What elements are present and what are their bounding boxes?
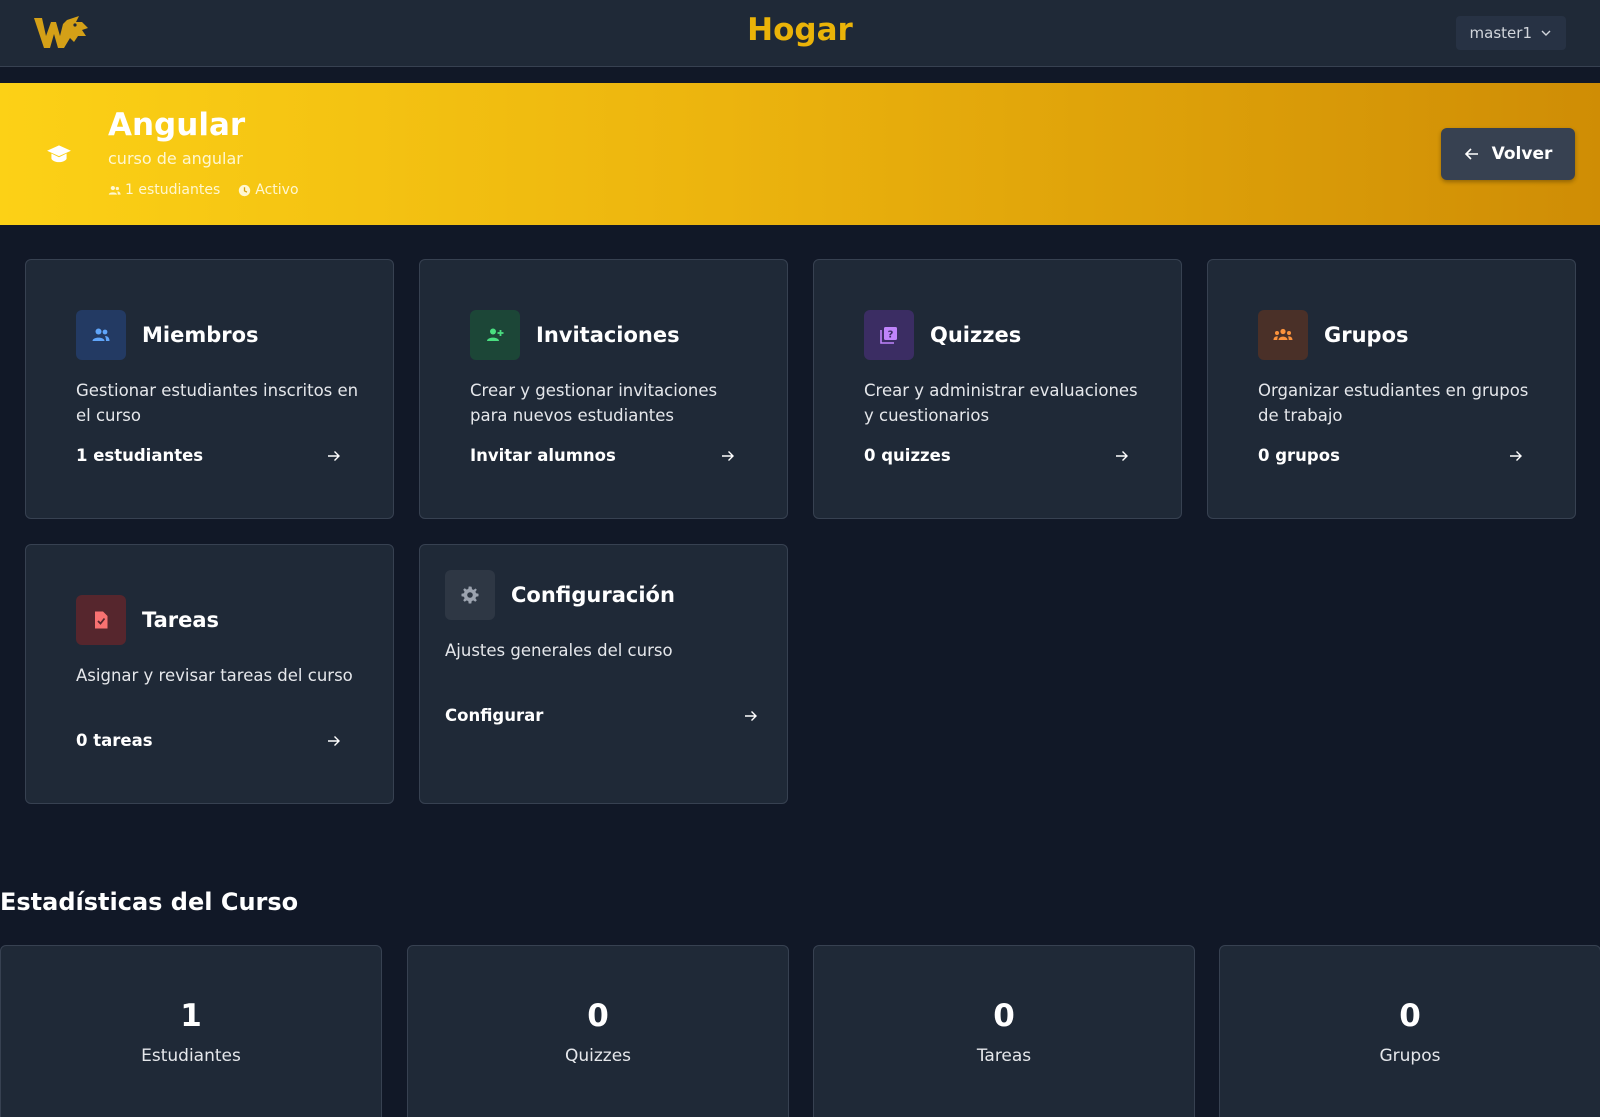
stat-label: Tareas	[976, 1046, 1032, 1066]
icon-box: ?	[864, 310, 914, 360]
stat-value: 0	[587, 998, 609, 1034]
card-action-label: 0 grupos	[1258, 446, 1340, 465]
icon-box	[76, 595, 126, 645]
back-button[interactable]: Volver	[1441, 128, 1575, 180]
user-name: master1	[1469, 24, 1532, 42]
arrow-right-icon	[328, 450, 340, 461]
course-subtitle: curso de angular	[108, 149, 243, 168]
top-bar: Hogar master1	[0, 0, 1600, 67]
stat-card-students: 1 Estudiantes	[0, 945, 382, 1117]
card-title: Invitaciones	[536, 323, 680, 347]
quiz-icon: ?	[880, 327, 897, 344]
card-header: Tareas	[76, 595, 219, 645]
card-description: Organizar estudiantes en grupos de traba…	[1258, 381, 1529, 425]
card-tareas[interactable]: Tareas Asignar y revisar tareas del curs…	[25, 544, 394, 804]
stat-card-grupos: 0 Grupos	[1219, 945, 1600, 1117]
card-action-label: 1 estudiantes	[76, 446, 204, 465]
card-action[interactable]: 1 estudiantes	[76, 446, 341, 465]
stat-card-tareas: 0 Tareas	[813, 945, 1195, 1117]
arrow-right-icon	[722, 450, 734, 461]
card-description: Crear y gestionar invitaciones para nuev…	[470, 381, 718, 425]
graduation-cap-icon	[47, 145, 71, 163]
user-menu[interactable]: master1	[1455, 16, 1566, 50]
card-action-label: Invitar alumnos	[470, 446, 616, 465]
arrow-left-icon	[1464, 148, 1478, 160]
card-action[interactable]: 0 quizzes	[864, 446, 1129, 465]
course-title: Angular	[108, 107, 246, 143]
card-header: Configuración	[445, 570, 675, 620]
stat-label: Estudiantes	[141, 1046, 241, 1066]
app-title: Hogar	[747, 12, 853, 48]
card-title: Quizzes	[930, 323, 1022, 347]
course-banner: Angular curso de angular 1 estudiantes A…	[0, 83, 1600, 225]
status-text: Activo	[255, 182, 299, 198]
card-title: Grupos	[1324, 323, 1409, 347]
stat-label: Quizzes	[564, 1046, 632, 1066]
card-description: Asignar y revisar tareas del curso	[76, 666, 353, 685]
stat-value: 0	[993, 998, 1015, 1034]
card-action-label: 0 tareas	[76, 731, 153, 750]
card-action-label: Configurar	[445, 706, 544, 725]
users-icon	[108, 185, 121, 195]
chevron-down-icon	[1541, 30, 1551, 36]
arrow-right-icon	[1510, 450, 1522, 461]
card-description: Crear y administrar evaluaciones y cuest…	[864, 381, 1138, 425]
clock-icon	[239, 184, 251, 196]
status-meta: Activo	[238, 182, 299, 198]
card-action-label: 0 quizzes	[864, 446, 951, 465]
card-configuracion[interactable]: Configuración Ajustes generales del curs…	[419, 544, 788, 804]
back-button-label: Volver	[1491, 144, 1553, 164]
users-icon	[92, 328, 110, 341]
stat-label: Grupos	[1379, 1046, 1441, 1066]
gear-icon	[461, 586, 479, 604]
card-quizzes[interactable]: ? Quizzes Crear y administrar evaluacion…	[813, 259, 1182, 519]
card-action[interactable]: Invitar alumnos	[470, 446, 735, 465]
icon-box	[445, 570, 495, 620]
card-invitaciones[interactable]: Invitaciones Crear y gestionar invitacio…	[419, 259, 788, 519]
card-action[interactable]: 0 grupos	[1258, 446, 1523, 465]
students-meta: 1 estudiantes	[108, 182, 220, 198]
card-title: Configuración	[511, 583, 675, 607]
icon-box	[1258, 310, 1308, 360]
task-file-icon	[95, 611, 108, 629]
card-grupos[interactable]: Grupos Organizar estudiantes en grupos d…	[1207, 259, 1576, 519]
arrow-right-icon	[745, 710, 757, 721]
arrow-right-icon	[328, 735, 340, 746]
stat-card-quizzes: 0 Quizzes	[407, 945, 789, 1117]
card-header: Invitaciones	[470, 310, 680, 360]
card-action[interactable]: 0 tareas	[76, 731, 341, 750]
svg-text:?: ?	[888, 330, 894, 341]
stat-value: 1	[180, 998, 202, 1034]
card-header: ? Quizzes	[864, 310, 1021, 360]
students-count: 1 estudiantes	[125, 182, 221, 198]
group-icon	[1273, 328, 1293, 340]
arrow-right-icon	[1116, 450, 1128, 461]
course-meta: 1 estudiantes Activo	[108, 182, 317, 198]
stat-value: 0	[1399, 998, 1421, 1034]
card-title: Miembros	[142, 323, 259, 347]
stats-section-title: Estadísticas del Curso	[0, 888, 299, 916]
card-header: Miembros	[76, 310, 259, 360]
card-header: Grupos	[1258, 310, 1409, 360]
icon-box	[76, 310, 126, 360]
card-title: Tareas	[142, 608, 220, 632]
card-action[interactable]: Configurar	[445, 706, 758, 725]
card-description: Ajustes generales del curso	[445, 641, 673, 660]
icon-box	[470, 310, 520, 360]
card-miembros[interactable]: Miembros Gestionar estudiantes inscritos…	[25, 259, 394, 519]
user-plus-icon	[487, 328, 504, 341]
card-description: Gestionar estudiantes inscritos en el cu…	[76, 381, 359, 425]
